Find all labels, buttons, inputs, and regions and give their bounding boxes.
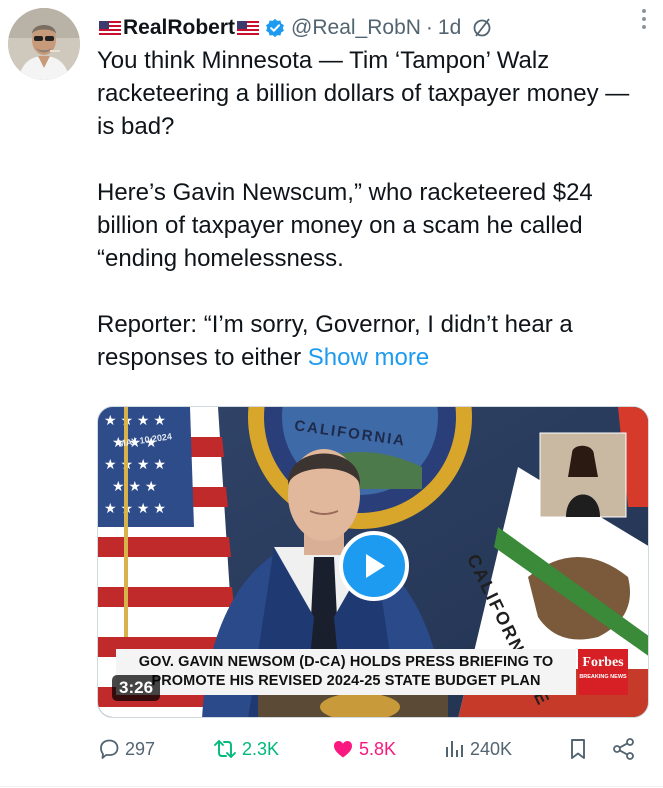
broadcaster-name: Forbes — [582, 655, 624, 670]
avatar[interactable] — [8, 8, 80, 80]
more-icon[interactable] — [631, 4, 657, 34]
video-player[interactable]: ★ ★ ★ ★ ★ ★ ★ ★ ★ ★ ★ ★ ★ ★ ★ ★ ★ ★ MAY … — [97, 406, 649, 718]
play-button[interactable] — [339, 531, 409, 601]
separator-dot: · — [425, 16, 433, 39]
svg-text:★ ★ ★: ★ ★ ★ — [112, 478, 157, 494]
post-header: RealRobert @Real_RobN · 1d — [97, 10, 649, 46]
repost-button[interactable]: 2.3K — [212, 737, 279, 761]
share-icon — [613, 738, 634, 760]
post-timestamp[interactable]: 1d — [438, 16, 461, 40]
action-bar: 297 2.3K 5.8K 240K — [97, 732, 645, 766]
like-icon — [334, 741, 352, 758]
reply-count: 297 — [125, 738, 156, 759]
us-flag-icon — [99, 20, 121, 36]
play-icon — [366, 554, 385, 578]
edit-icon[interactable] — [471, 17, 493, 39]
reply-icon — [100, 739, 119, 759]
post-paragraph: Reporter: “I’m sorry, Governor, I didn’t… — [97, 308, 652, 374]
views-icon — [446, 741, 463, 757]
video-caption-banner: GOV. GAVIN NEWSOM (D-CA) HOLDS PRESS BRI… — [116, 649, 576, 695]
post-paragraph: You think Minnesota — Tim ‘Tampon’ Walz … — [97, 47, 630, 140]
video-duration: 3:26 — [112, 675, 161, 701]
video-caption-line: PROMOTE HIS REVISED 2024-25 STATE BUDGET… — [151, 673, 541, 689]
reply-button[interactable]: 297 — [97, 737, 155, 761]
repost-icon — [214, 740, 236, 758]
share-button[interactable] — [611, 737, 637, 761]
svg-text:★ ★ ★ ★: ★ ★ ★ ★ — [104, 412, 166, 428]
bookmark-button[interactable] — [567, 737, 589, 761]
like-button[interactable]: 5.8K — [331, 737, 396, 761]
verified-badge-icon[interactable] — [265, 18, 285, 38]
like-count: 5.8K — [359, 738, 397, 759]
us-flag-icon — [237, 20, 260, 36]
author-name[interactable]: RealRobert — [123, 16, 235, 40]
post-text: You think Minnesota — Tim ‘Tampon’ Walz … — [97, 44, 652, 374]
show-more-link[interactable]: Show more — [308, 344, 429, 371]
bookmark-icon — [571, 739, 585, 759]
svg-text:★ ★ ★ ★: ★ ★ ★ ★ — [104, 500, 166, 516]
broadcaster-logo: Forbes BREAKING NEWS — [578, 649, 628, 695]
broadcaster-tag: BREAKING NEWS — [579, 674, 627, 680]
author-handle[interactable]: @Real_RobN — [291, 16, 421, 40]
svg-text:★ ★ ★ ★: ★ ★ ★ ★ — [104, 456, 166, 472]
views-button[interactable]: 240K — [444, 737, 512, 761]
repost-count: 2.3K — [242, 738, 280, 759]
views-count: 240K — [470, 738, 513, 759]
video-caption-line: GOV. GAVIN NEWSOM (D-CA) HOLDS PRESS BRI… — [138, 654, 554, 670]
divider — [0, 786, 663, 787]
post-paragraph: Here’s Gavin Newscum,” who racketeered $… — [97, 179, 593, 272]
